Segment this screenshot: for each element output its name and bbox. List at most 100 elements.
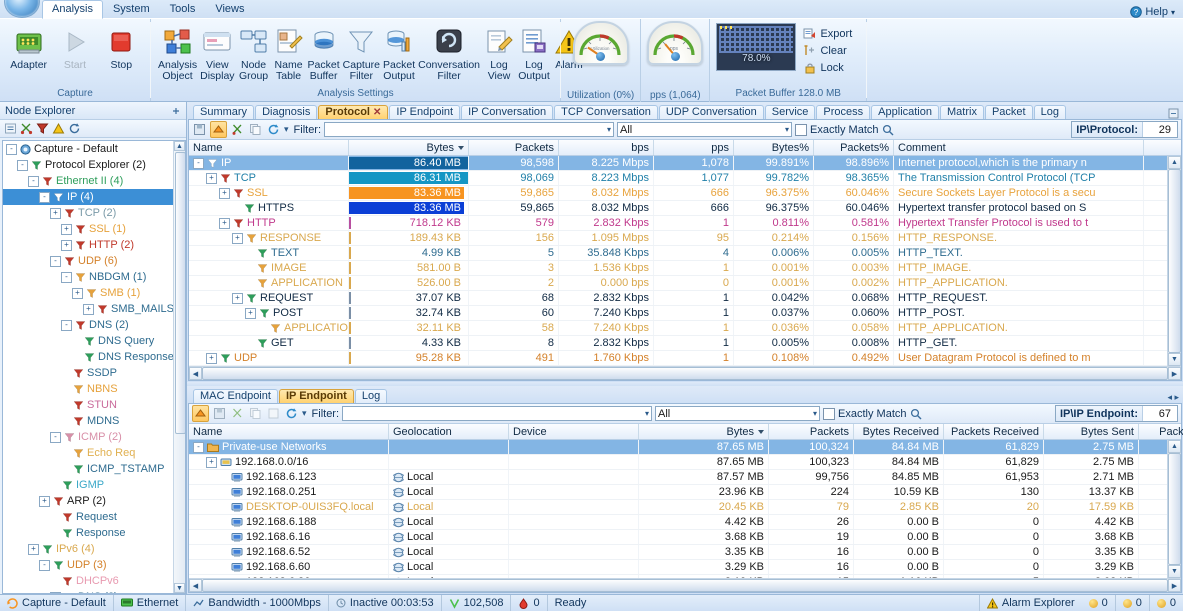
pps-gauge[interactable]: pps pps (1,064) <box>641 19 710 103</box>
tree-node-27[interactable]: DHCPv6 <box>3 573 185 589</box>
tab-summary[interactable]: Summary <box>193 105 254 119</box>
node-group-button[interactable]: NodeGroup <box>237 23 271 85</box>
tree-node-18[interactable]: -ICMP (2) <box>3 429 185 445</box>
expand-toggle-icon[interactable]: + <box>206 457 217 468</box>
protocol-refresh-dropdown[interactable]: ▾ <box>284 124 289 135</box>
expand-toggle-icon[interactable]: + <box>219 218 230 229</box>
menu-tab-analysis[interactable]: Analysis <box>42 0 103 19</box>
endpoint-column-header-packets-received[interactable]: Packets Received <box>944 424 1044 439</box>
endpoint-column-header-packets[interactable]: Packets <box>769 424 854 439</box>
endpoint-filter-dropdown-icon[interactable]: ▾ <box>645 409 649 418</box>
tree-scroll-down[interactable]: ▼ <box>174 583 185 593</box>
endpoint-export-icon[interactable] <box>192 405 209 422</box>
protocol-hscroll-thumb[interactable] <box>202 367 1168 380</box>
protocol-hscroll-right[interactable]: ▶ <box>1168 367 1181 380</box>
protocol-scroll-down[interactable]: ▼ <box>1168 353 1181 366</box>
endpoint-hscrollbar[interactable]: ◀ ▶ <box>189 578 1181 592</box>
expand-toggle-icon[interactable]: + <box>61 240 72 251</box>
packet-buffer-button[interactable]: PacketBuffer <box>307 23 341 85</box>
tree-node-7[interactable]: -UDP (6) <box>3 253 185 269</box>
tree-node-13[interactable]: DNS Response <box>3 349 185 365</box>
drops-status[interactable]: 0 <box>511 595 547 611</box>
tree-node-26[interactable]: -UDP (3) <box>3 557 185 573</box>
tab-diagnosis[interactable]: Diagnosis <box>255 105 317 119</box>
export-button[interactable]: Export <box>801 26 856 41</box>
endpoint-scissors-icon[interactable] <box>230 406 245 421</box>
protocol-filter-dropdown-icon[interactable]: ▾ <box>607 125 611 134</box>
tab-service[interactable]: Service <box>765 105 816 119</box>
collapse-toggle-icon[interactable]: - <box>50 432 61 443</box>
table-row[interactable]: APPLICATION32.11 KB587.240 Kbps10.036%0.… <box>189 321 1167 336</box>
protocol-column-header-bytes[interactable]: Bytes <box>349 140 469 155</box>
protocol-column-header-name[interactable]: Name <box>189 140 349 155</box>
protocol-vscrollbar[interactable]: ▲ ▼ <box>1167 156 1181 366</box>
tree-node-11[interactable]: -DNS (2) <box>3 317 185 333</box>
protocol-scissors-icon[interactable] <box>230 122 245 137</box>
expand-toggle-icon[interactable]: + <box>245 308 256 319</box>
menu-tab-system[interactable]: System <box>103 1 160 18</box>
table-row[interactable]: +SSL83.36 MB59,8658.032 Mbps66696.375%60… <box>189 186 1167 201</box>
table-row[interactable]: IMAGE581.00 B31.536 Kbps10.001%0.003%HTT… <box>189 261 1167 276</box>
expand-toggle-icon[interactable]: + <box>39 496 50 507</box>
collapse-all-icon[interactable] <box>4 122 17 135</box>
endpoint-refresh-icon[interactable] <box>284 406 299 421</box>
collapse-toggle-icon[interactable]: - <box>193 442 204 453</box>
alarm-count-1[interactable]: 0 <box>1082 595 1116 611</box>
tree-node-20[interactable]: ICMP_TSTAMP <box>3 461 185 477</box>
collapse-toggle-icon[interactable]: - <box>6 144 17 155</box>
tab-matrix[interactable]: Matrix <box>940 105 984 119</box>
tree-node-12[interactable]: DNS Query <box>3 333 185 349</box>
table-row[interactable]: +TCP86.31 MB98,0698.223 Mbps1,07799.782%… <box>189 171 1167 186</box>
alert-node-icon[interactable] <box>52 122 65 135</box>
protocol-refresh-icon[interactable] <box>266 122 281 137</box>
alarm-count-2[interactable]: 0 <box>1116 595 1150 611</box>
protocol-column-header-bps[interactable]: bps <box>559 140 654 155</box>
tree-scrollbar[interactable]: ▲ ▼ <box>173 141 185 593</box>
protocol-rows[interactable]: -IP86.40 MB98,5988.225 Mbps1,07899.891%9… <box>189 156 1167 366</box>
protocol-scope-dropdown-icon[interactable]: ▾ <box>785 125 789 134</box>
lock-button[interactable]: Lock <box>801 60 856 75</box>
table-row[interactable]: DESKTOP-0UIS3FQ.localLocal20.45 KB792.85… <box>189 500 1167 515</box>
table-row[interactable]: 192.168.6.60Local3.29 KB160.00 B03.29 KB… <box>189 560 1167 575</box>
tree-node-8[interactable]: -NBDGM (1) <box>3 269 185 285</box>
endpoint-column-header-geolocation[interactable]: Geolocation <box>389 424 509 439</box>
view-display-button[interactable]: ViewDisplay <box>199 23 235 85</box>
tree-node-14[interactable]: SSDP <box>3 365 185 381</box>
tree-node-21[interactable]: IGMP <box>3 477 185 493</box>
expand-toggle-icon[interactable]: + <box>232 293 243 304</box>
protocol-hscroll-left[interactable]: ◀ <box>189 367 202 380</box>
expand-toggle-icon[interactable]: + <box>72 288 83 299</box>
endpoint-column-header-bytes-received[interactable]: Bytes Received <box>854 424 944 439</box>
protocol-filter-input-wrap[interactable]: ▾ <box>324 122 614 137</box>
tab-application[interactable]: Application <box>871 105 939 119</box>
tree-node-0[interactable]: -Capture - Default <box>3 141 185 157</box>
tab-process[interactable]: Process <box>816 105 870 119</box>
capture-filter-button[interactable]: CaptureFilter <box>342 23 381 85</box>
endpoint-copy-icon[interactable] <box>248 406 263 421</box>
tab-ip-endpoint[interactable]: IP Endpoint <box>389 105 460 119</box>
name-table-button[interactable]: NameTable <box>272 23 306 85</box>
refresh-node-icon[interactable] <box>68 122 81 135</box>
log-view-button[interactable]: LogView <box>482 23 516 85</box>
endpoint-refresh-dropdown[interactable]: ▾ <box>302 408 307 419</box>
tree-scroll-up[interactable]: ▲ <box>174 141 185 151</box>
endpoint-vscrollbar[interactable]: ▲ ▼ <box>1167 440 1181 578</box>
table-row[interactable]: +POST32.74 KB607.240 Kbps10.037%0.060%HT… <box>189 306 1167 321</box>
tab-overflow-icon[interactable] <box>1168 108 1179 119</box>
collapse-toggle-icon[interactable]: - <box>50 256 61 267</box>
tree-node-15[interactable]: NBNS <box>3 381 185 397</box>
collapse-toggle-icon[interactable]: - <box>193 158 204 169</box>
table-row[interactable]: 192.168.6.123Local87.57 MB99,75684.85 MB… <box>189 470 1167 485</box>
tree-scroll-thumb[interactable] <box>175 152 186 434</box>
protocol-exactly-match-checkbox[interactable] <box>795 124 807 136</box>
tree-node-2[interactable]: -Ethernet II (4) <box>3 173 185 189</box>
protocol-column-header-packets-[interactable]: Packets% <box>814 140 894 155</box>
endpoint-filter-input-wrap[interactable]: ▾ <box>342 406 652 421</box>
help-menu[interactable]: ? Help ▾ <box>1130 6 1183 18</box>
tree-node-28[interactable]: +DNS (2) <box>3 589 185 594</box>
tree-node-4[interactable]: +TCP (2) <box>3 205 185 221</box>
table-row[interactable]: +192.168.0.0/1687.65 MB100,32384.84 MB61… <box>189 455 1167 470</box>
protocol-hscrollbar[interactable]: ◀ ▶ <box>189 366 1181 380</box>
protocol-scope-select[interactable]: All ▾ <box>617 122 792 137</box>
expand-toggle-icon[interactable]: + <box>28 544 39 555</box>
